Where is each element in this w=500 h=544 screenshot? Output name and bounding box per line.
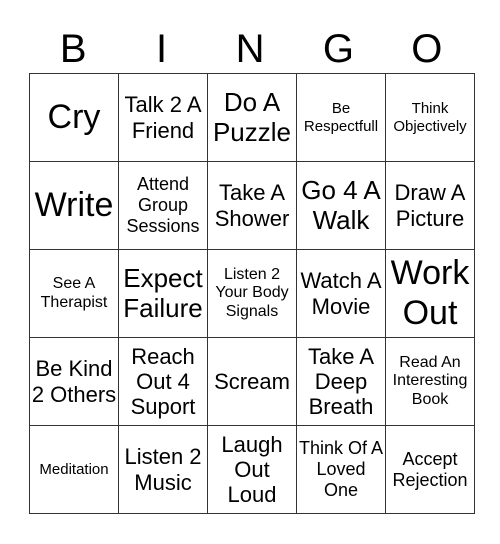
header-letter-b: B	[59, 27, 87, 71]
bingo-cell[interactable]: Do A Puzzle	[207, 73, 297, 162]
bingo-cell[interactable]: Laugh Out Loud	[207, 425, 297, 514]
bingo-cell[interactable]: Listen 2 Music	[118, 425, 208, 514]
bingo-cell[interactable]: Work Out	[385, 249, 475, 338]
bingo-row: Meditation Listen 2 Music Laugh Out Loud Th…	[29, 425, 475, 514]
bingo-cell[interactable]: Be Respectfull	[296, 73, 386, 162]
bingo-row: Be Kind 2 Others Reach Out 4 Suport Scream…	[29, 337, 475, 426]
header-letter-n: N	[235, 27, 265, 71]
bingo-grid: Cry Talk 2 A Friend Do A Puzzle Be Respectf…	[29, 73, 475, 514]
bingo-cell[interactable]: Write	[29, 161, 119, 250]
bingo-cell[interactable]: Cry	[29, 73, 119, 162]
header-letter-g: G	[322, 27, 354, 71]
bingo-cell[interactable]: Think Objectively	[385, 73, 475, 162]
bingo-cell[interactable]: Reach Out 4 Suport	[118, 337, 208, 426]
bingo-cell[interactable]: Read An Interesting Book	[385, 337, 475, 426]
bingo-cell[interactable]: Meditation	[29, 425, 119, 514]
bingo-cell[interactable]: Take A Shower	[207, 161, 297, 250]
bingo-cell[interactable]: Attend Group Sessions	[118, 161, 208, 250]
bingo-cell[interactable]: Go 4 A Walk	[296, 161, 386, 250]
bingo-cell[interactable]: Scream	[207, 337, 297, 426]
bingo-cell[interactable]: Expect Failure	[118, 249, 208, 338]
bingo-cell[interactable]: Take A Deep Breath	[296, 337, 386, 426]
bingo-row: Write Attend Group Sessions Take A Shower G…	[29, 161, 475, 250]
bingo-cell[interactable]: Think Of A Loved One	[296, 425, 386, 514]
bingo-cell[interactable]: Watch A Movie	[296, 249, 386, 338]
header-letter-i: I	[156, 27, 168, 71]
bingo-row: See A Therapist Expect Failure Listen 2 Yo…	[29, 249, 475, 338]
bingo-cell[interactable]: See A Therapist	[29, 249, 119, 338]
bingo-cell[interactable]: Be Kind 2 Others	[29, 337, 119, 426]
bingo-cell[interactable]: Talk 2 A Friend	[118, 73, 208, 162]
bingo-header: B I N G O	[29, 26, 471, 72]
bingo-cell[interactable]: Accept Rejection	[385, 425, 475, 514]
bingo-row: Cry Talk 2 A Friend Do A Puzzle Be Respectf…	[29, 73, 475, 162]
bingo-cell[interactable]: Listen 2 Your Body Signals	[207, 249, 297, 338]
header-letter-o: O	[411, 27, 443, 71]
bingo-cell[interactable]: Draw A Picture	[385, 161, 475, 250]
